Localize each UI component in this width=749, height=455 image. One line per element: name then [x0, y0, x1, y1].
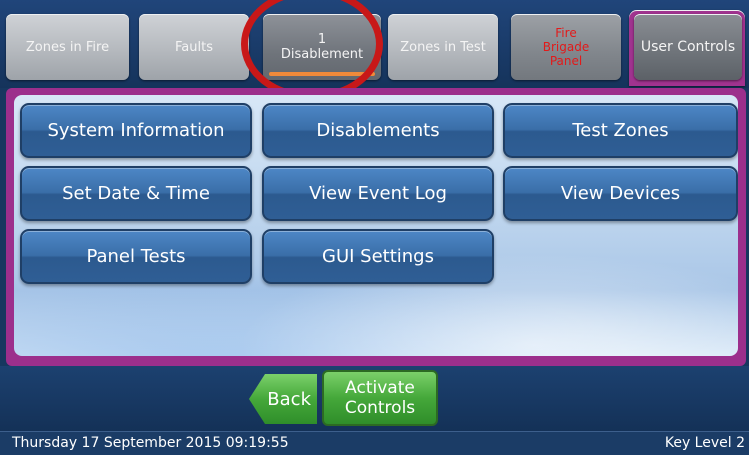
system-information-button[interactable]: System Information — [20, 103, 252, 158]
tab-zones-in-fire[interactable]: Zones in Fire — [6, 14, 129, 80]
view-event-log-label: View Event Log — [309, 183, 447, 204]
tab-fire-brigade-panel[interactable]: Fire Brigade Panel — [511, 14, 621, 80]
status-bar: Thursday 17 September 2015 09:19:55 Key … — [0, 431, 749, 455]
disablements-button[interactable]: Disablements — [262, 103, 494, 158]
system-information-label: System Information — [47, 120, 225, 141]
tab-disablement-label: Disablement — [280, 47, 364, 62]
tab-faults-label: Faults — [175, 39, 213, 55]
set-date-time-label: Set Date & Time — [62, 183, 210, 204]
view-devices-label: View Devices — [560, 183, 681, 204]
test-zones-label: Test Zones — [572, 120, 669, 141]
tab-disablement-indicator — [269, 72, 375, 76]
set-date-time-button[interactable]: Set Date & Time — [20, 166, 252, 221]
activate-controls-line2: Controls — [344, 398, 416, 418]
view-event-log-button[interactable]: View Event Log — [262, 166, 494, 221]
status-datetime: Thursday 17 September 2015 09:19:55 — [12, 435, 289, 451]
view-devices-button[interactable]: View Devices — [503, 166, 738, 221]
panel-tests-label: Panel Tests — [86, 246, 186, 267]
tab-user-controls[interactable]: User Controls — [634, 14, 742, 80]
tab-fire-brigade-line1: Fire — [555, 26, 577, 40]
disablements-label: Disablements — [316, 120, 440, 141]
status-key-level: Key Level 2 — [664, 435, 745, 451]
tab-zones-in-fire-label: Zones in Fire — [25, 39, 110, 55]
gui-settings-button[interactable]: GUI Settings — [262, 229, 494, 284]
panel-tests-button[interactable]: Panel Tests — [20, 229, 252, 284]
main-panel: System Information Disablements Test Zon… — [14, 95, 738, 356]
back-button-label: Back — [267, 388, 311, 410]
tab-disablement[interactable]: 1 Disablement — [263, 14, 381, 80]
tab-disablement-count: 1 — [317, 32, 327, 47]
tab-faults[interactable]: Faults — [139, 14, 249, 80]
tab-fire-brigade-line2: Brigade — [542, 40, 590, 54]
tab-user-controls-label: User Controls — [640, 38, 736, 55]
tab-zones-in-test-label: Zones in Test — [400, 39, 486, 55]
gui-settings-label: GUI Settings — [322, 246, 434, 267]
activate-controls-button[interactable]: Activate Controls — [322, 370, 438, 426]
activate-controls-line1: Activate — [345, 378, 415, 398]
tab-zones-in-test[interactable]: Zones in Test — [388, 14, 498, 80]
tab-fire-brigade-line3: Panel — [549, 54, 583, 68]
test-zones-button[interactable]: Test Zones — [503, 103, 738, 158]
